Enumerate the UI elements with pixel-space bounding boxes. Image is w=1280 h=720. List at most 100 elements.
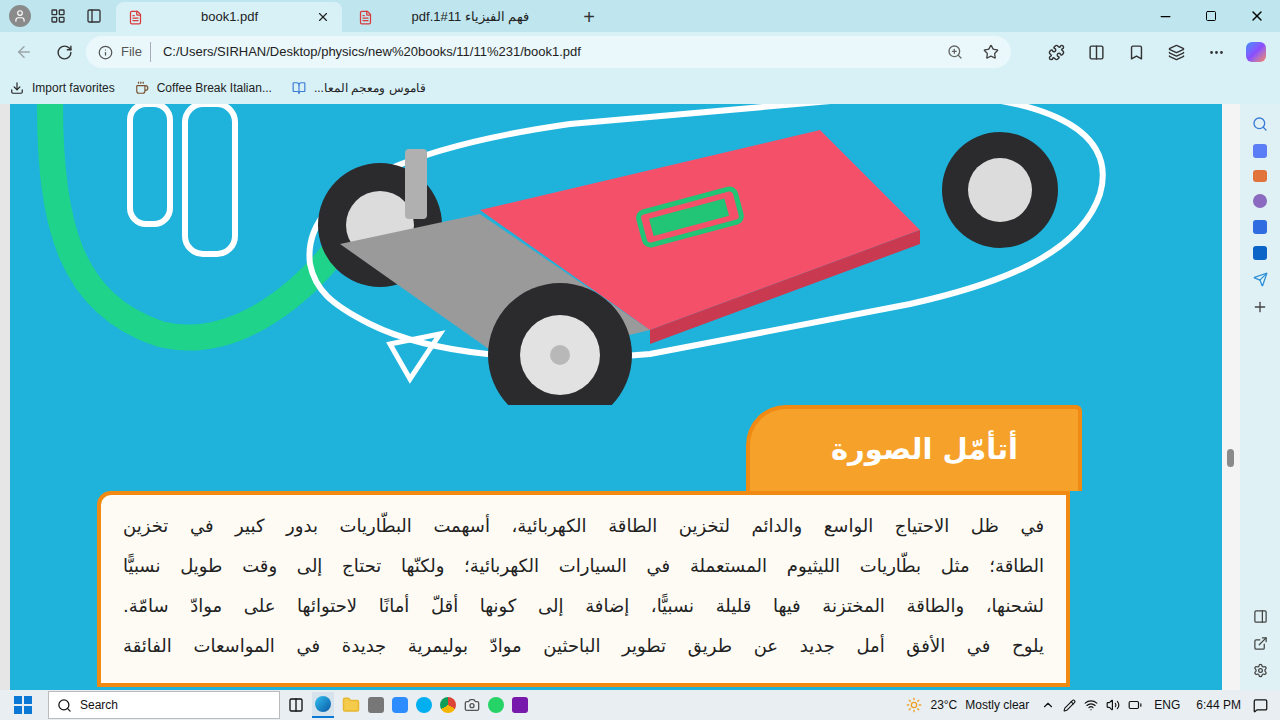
text-line: في ظل الاحتياج الواسع والدائم لتخزين الط…: [123, 509, 1044, 543]
open-external-icon[interactable]: [1253, 636, 1268, 651]
close-tab-icon[interactable]: [316, 10, 330, 24]
task-view-icon[interactable]: [288, 697, 304, 713]
restore-button[interactable]: [1188, 0, 1234, 32]
close-icon: [1249, 8, 1265, 24]
split-screen-icon: [1088, 44, 1105, 61]
search-icon[interactable]: [1252, 116, 1268, 132]
wifi-icon[interactable]: [1084, 698, 1098, 712]
scrollbar[interactable]: [1222, 104, 1240, 690]
extensions-icon: [1048, 44, 1065, 61]
settings-icon[interactable]: [1253, 663, 1268, 678]
new-tab-button[interactable]: +: [572, 2, 606, 32]
store-icon[interactable]: [368, 697, 384, 713]
weather-widget[interactable]: 23°C Mostly clear: [906, 696, 1029, 714]
add-icon[interactable]: [1252, 299, 1268, 315]
whatsapp-icon[interactable]: [488, 697, 504, 713]
tab-actions-button[interactable]: [76, 0, 112, 32]
weather-temp: 23°C: [930, 696, 957, 714]
tab-label: فهم الفيزياء 11#1.pdf: [381, 7, 560, 27]
tab-label: book1.pdf: [151, 7, 308, 27]
text-line: الطاقة؛ مثل بطّاريات الليثيوم المستعملة …: [123, 549, 1044, 583]
zoom-app-icon[interactable]: [392, 697, 408, 713]
collections-icon: [1168, 44, 1185, 61]
pdf-icon: [128, 10, 143, 25]
language-indicator[interactable]: ENG: [1150, 696, 1184, 714]
windows-start-icon[interactable]: [14, 696, 32, 714]
close-button[interactable]: [1234, 0, 1280, 32]
import-icon: [10, 81, 24, 95]
volume-icon[interactable]: [1106, 698, 1120, 712]
minimize-button[interactable]: [1142, 0, 1188, 32]
weather-icon: [906, 697, 922, 713]
pen-icon[interactable]: [1063, 699, 1076, 712]
office-icon[interactable]: [1253, 220, 1267, 234]
favorite-item[interactable]: Import favorites: [10, 79, 115, 97]
file-explorer-icon[interactable]: [342, 696, 360, 714]
sidebar-toggle-icon[interactable]: [1253, 609, 1268, 624]
more-icon: [1208, 44, 1225, 61]
workspaces-button[interactable]: [40, 0, 76, 32]
chrome-icon[interactable]: [440, 697, 456, 713]
page-gutter: [0, 104, 10, 690]
refresh-button[interactable]: [46, 36, 82, 68]
section-title: أتأمّل الصورة: [831, 428, 1018, 472]
outlook-icon[interactable]: [1253, 246, 1267, 260]
minimize-icon: [1158, 9, 1173, 24]
favorites-bar: Import favorites Coffee Break Italian... ق…: [0, 72, 1280, 104]
favorites-button[interactable]: [1118, 36, 1154, 68]
text-line: يلوح في الأفق أمل جديد عن طريق تطوير الب…: [123, 629, 1044, 663]
notifications-icon[interactable]: [1253, 698, 1268, 713]
url-field[interactable]: File C:/Users/SIRHAN/Desktop/physics/new%…: [86, 36, 1011, 68]
profile-icon: [13, 9, 27, 23]
dictionary-icon: [292, 81, 306, 95]
refresh-icon: [56, 44, 73, 61]
url-scheme: File: [121, 42, 151, 62]
zoom-icon[interactable]: [947, 44, 963, 60]
coffee-icon: [135, 81, 149, 95]
text-box: في ظل الاحتياج الواسع والدائم لتخزين الط…: [97, 491, 1070, 687]
tools-icon[interactable]: [1253, 170, 1267, 182]
back-icon: [15, 43, 33, 61]
workspaces-icon: [50, 8, 66, 24]
taskbar-search[interactable]: Search: [48, 691, 280, 719]
camera-app-icon[interactable]: [464, 697, 480, 713]
text-line: لشحنها، والطاقة المختزنة فيها قليلة نسبي…: [123, 589, 1044, 623]
tab-actions-icon: [86, 8, 102, 24]
tab-bar: book1.pdf فهم الفيزياء 11#1.pdf +: [0, 0, 1280, 32]
back-button[interactable]: [6, 36, 42, 68]
split-screen-button[interactable]: [1078, 36, 1114, 68]
collections-button[interactable]: [1158, 36, 1194, 68]
weather-condition: Mostly clear: [965, 696, 1029, 714]
more-button[interactable]: [1198, 36, 1234, 68]
favorite-star-icon[interactable]: [983, 44, 999, 60]
taskbar: Search 23°C Mostly clear ENG 6:44 PM: [0, 690, 1280, 720]
shopping-icon[interactable]: [1253, 144, 1267, 158]
extensions-button[interactable]: [1038, 36, 1074, 68]
profile-button[interactable]: [0, 0, 40, 32]
search-placeholder: Search: [80, 696, 118, 714]
skype-icon[interactable]: [416, 697, 432, 713]
browser-tab[interactable]: فهم الفيزياء 11#1.pdf: [346, 2, 572, 32]
edge-app[interactable]: [312, 692, 334, 718]
tray-overflow-icon[interactable]: [1041, 698, 1055, 712]
battery-icon[interactable]: [1128, 698, 1142, 712]
pdf-icon: [358, 10, 373, 25]
drop-icon[interactable]: [1253, 272, 1268, 287]
favorite-item[interactable]: Coffee Break Italian...: [135, 79, 272, 97]
section-header: أتأمّل الصورة: [746, 405, 1082, 491]
favorites-icon: [1128, 44, 1145, 61]
url-text: C:/Users/SIRHAN/Desktop/physics/new%20bo…: [159, 42, 939, 62]
browser-tab[interactable]: book1.pdf: [116, 2, 342, 32]
favorite-item[interactable]: قاموس ومعجم المعا...: [292, 79, 426, 97]
copilot-button[interactable]: [1238, 36, 1274, 68]
clock[interactable]: 6:44 PM: [1192, 696, 1245, 714]
games-icon[interactable]: [1253, 194, 1267, 208]
scroll-thumb[interactable]: [1227, 449, 1234, 467]
info-icon: [98, 45, 113, 60]
screen: book1.pdf فهم الفيزياء 11#1.pdf + File C:/Us…: [0, 0, 1280, 720]
address-bar: File C:/Users/SIRHAN/Desktop/physics/new%…: [0, 32, 1280, 72]
car-illustration: [10, 104, 1222, 405]
copilot-icon: [1246, 42, 1266, 62]
onenote-icon[interactable]: [512, 697, 528, 713]
restore-icon: [1205, 10, 1217, 22]
